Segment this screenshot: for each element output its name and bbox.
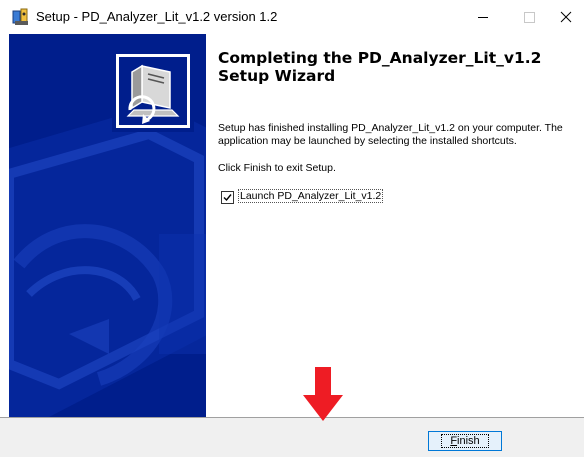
page-title: Completing the PD_Analyzer_Lit_v1.2 Setu… bbox=[218, 49, 542, 85]
maximize-icon bbox=[524, 12, 535, 23]
title-bar: Setup - PD_Analyzer_Lit_v1.2 version 1.2 bbox=[0, 0, 584, 34]
finish-label-rest: inish bbox=[457, 435, 480, 447]
close-button[interactable] bbox=[549, 0, 584, 34]
finish-button-label: Finish bbox=[441, 434, 489, 448]
checkmark-icon bbox=[223, 194, 232, 202]
launch-checkbox-label[interactable]: Launch PD_Analyzer_Lit_v1.2 bbox=[238, 189, 384, 203]
annotation-arrow-down-icon bbox=[302, 367, 344, 422]
installer-computer-icon bbox=[112, 50, 194, 132]
button-bar: Finish bbox=[0, 417, 584, 457]
exit-instruction: Click Finish to exit Setup. bbox=[218, 162, 336, 174]
wizard-side-panel bbox=[9, 34, 206, 417]
launch-checkbox[interactable] bbox=[221, 191, 234, 204]
maximize-button[interactable] bbox=[506, 0, 552, 34]
close-icon bbox=[560, 11, 572, 23]
window-title: Setup - PD_Analyzer_Lit_v1.2 version 1.2 bbox=[36, 9, 278, 24]
finish-description: Setup has finished installing PD_Analyze… bbox=[218, 122, 563, 147]
setup-wizard-window: Setup - PD_Analyzer_Lit_v1.2 version 1.2 bbox=[0, 0, 584, 457]
installer-icon bbox=[12, 8, 30, 26]
finish-button[interactable]: Finish bbox=[428, 431, 502, 451]
minimize-icon bbox=[478, 17, 488, 18]
minimize-button[interactable] bbox=[460, 0, 506, 34]
wizard-content: Completing the PD_Analyzer_Lit_v1.2 Setu… bbox=[206, 34, 584, 417]
